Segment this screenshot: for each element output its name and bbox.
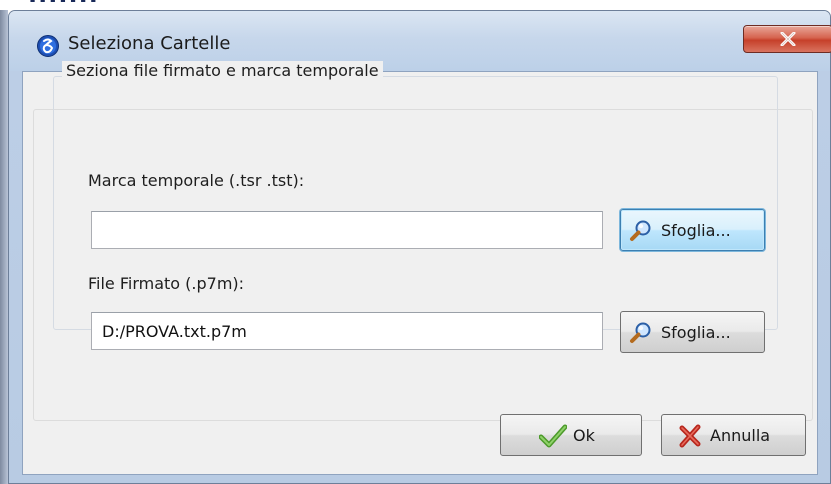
timestamp-label: Marca temporale (.tsr .tst): — [88, 171, 305, 190]
signed-file-browse-label: Sfoglia... — [661, 323, 731, 342]
timestamp-browse-button[interactable]: Sfoglia... — [620, 209, 765, 251]
background-window-edge — [0, 10, 8, 484]
signed-file-label: File Firmato (.p7m): — [88, 274, 245, 293]
cancel-label: Annulla — [710, 426, 771, 445]
magnifier-icon — [630, 220, 651, 241]
close-button[interactable] — [743, 25, 831, 53]
timestamp-input[interactable] — [91, 211, 603, 249]
ok-label: Ok — [573, 426, 595, 445]
timestamp-browse-label: Sfoglia... — [661, 221, 731, 240]
cancel-button[interactable]: Annulla — [661, 414, 806, 456]
window-title: Seleziona Cartelle — [68, 33, 231, 54]
signed-file-input[interactable] — [91, 312, 603, 350]
x-mark-icon — [679, 424, 701, 448]
group-title: Seziona file firmato e marca temporale — [62, 61, 383, 80]
app-logo-icon — [37, 35, 59, 57]
magnifier-icon — [630, 322, 651, 343]
ok-button[interactable]: Ok — [500, 414, 642, 456]
checkmark-icon — [539, 424, 567, 448]
signed-file-browse-button[interactable]: Sfoglia... — [620, 311, 765, 353]
close-icon — [780, 32, 796, 46]
